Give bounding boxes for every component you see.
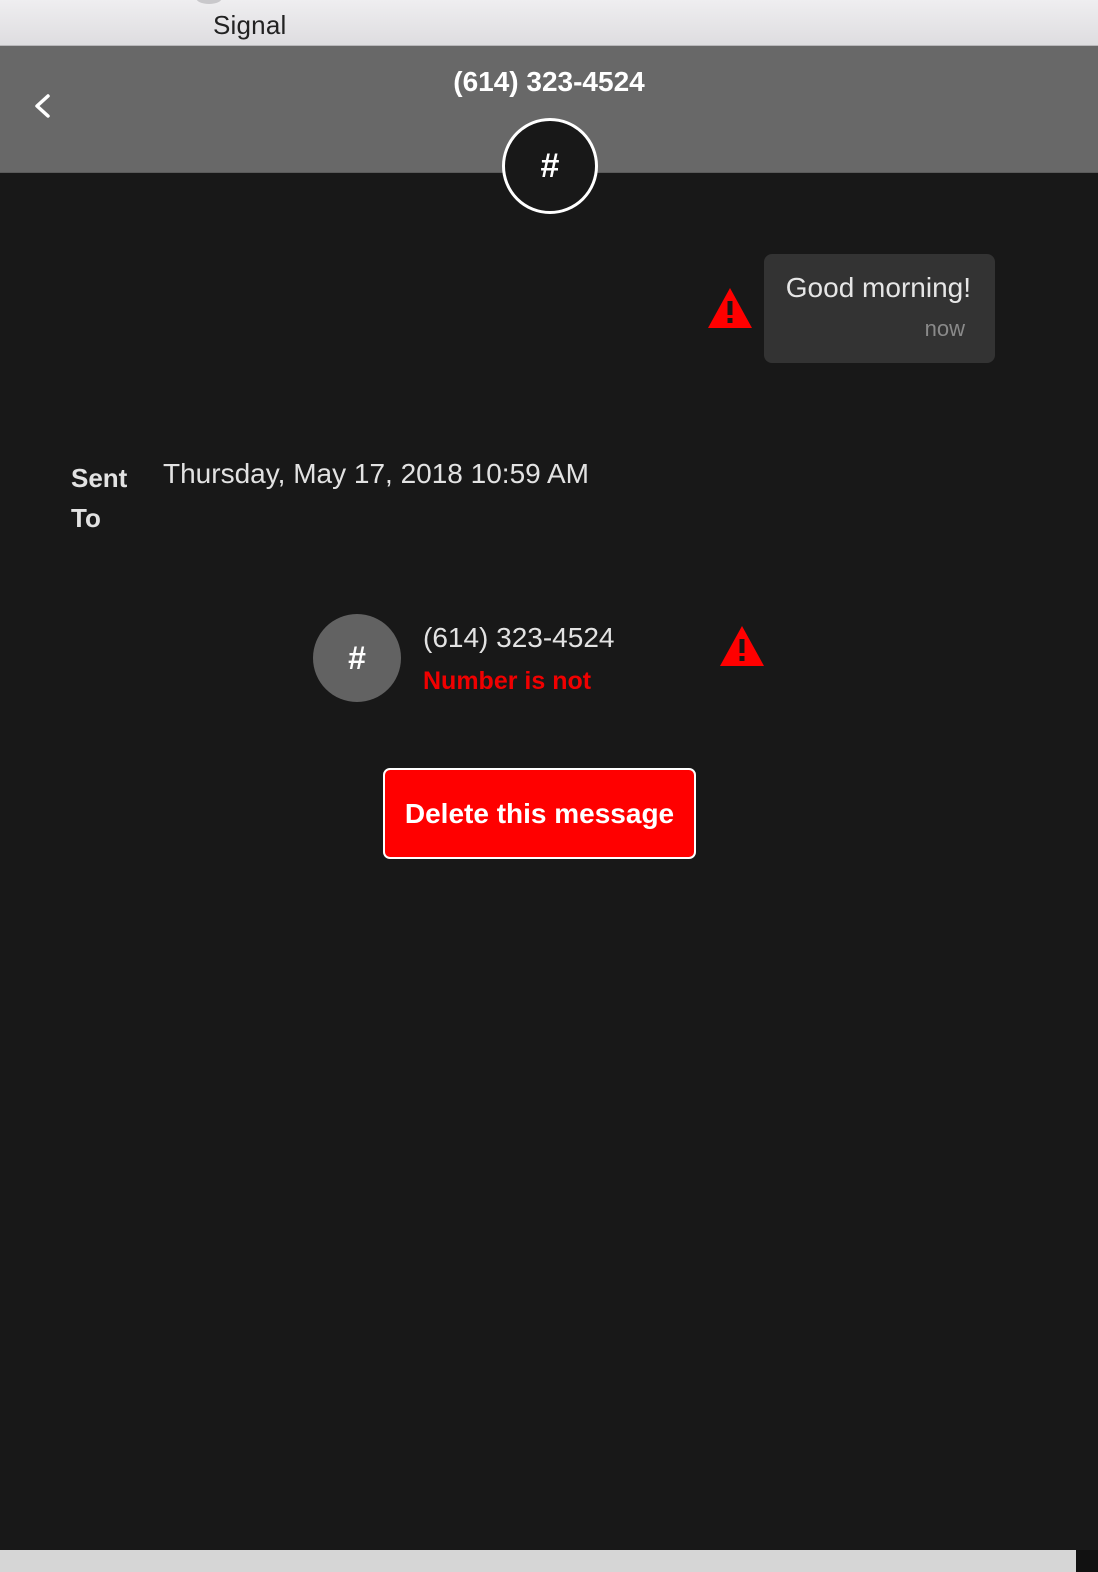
horizontal-scrollbar[interactable] — [0, 1550, 1076, 1572]
sent-label: Sent — [71, 463, 128, 493]
message-warning-icon — [706, 286, 754, 330]
signal-window: Signal (614) 323-4524 # Good morning! no… — [0, 0, 1098, 1572]
conversation-avatar[interactable]: # — [502, 118, 598, 214]
warning-icon — [708, 288, 752, 328]
conversation-title: (614) 323-4524 — [453, 66, 645, 97]
sent-timestamp: Thursday, May 17, 2018 10:59 AM — [163, 458, 589, 489]
warning-icon — [720, 626, 764, 666]
recipient-warning-icon — [718, 624, 766, 668]
delete-message-button[interactable]: Delete this message — [383, 768, 696, 859]
window-titlebar[interactable]: Signal — [0, 0, 1098, 46]
recipient-avatar[interactable]: # — [313, 614, 401, 702]
window-title: Signal — [213, 10, 287, 40]
titlebar-control — [196, 0, 222, 4]
message-timestamp: now — [924, 316, 965, 341]
recipient-number: (614) 323-4524 — [423, 622, 615, 653]
recipient-error: Number is not — [423, 667, 592, 695]
message-text: Good morning! — [785, 272, 971, 303]
sent-to-label: Sent To — [71, 458, 141, 538]
message-bubble[interactable]: Good morning! now — [764, 254, 995, 363]
to-label: To — [71, 503, 101, 533]
window-corner — [1076, 1550, 1098, 1572]
